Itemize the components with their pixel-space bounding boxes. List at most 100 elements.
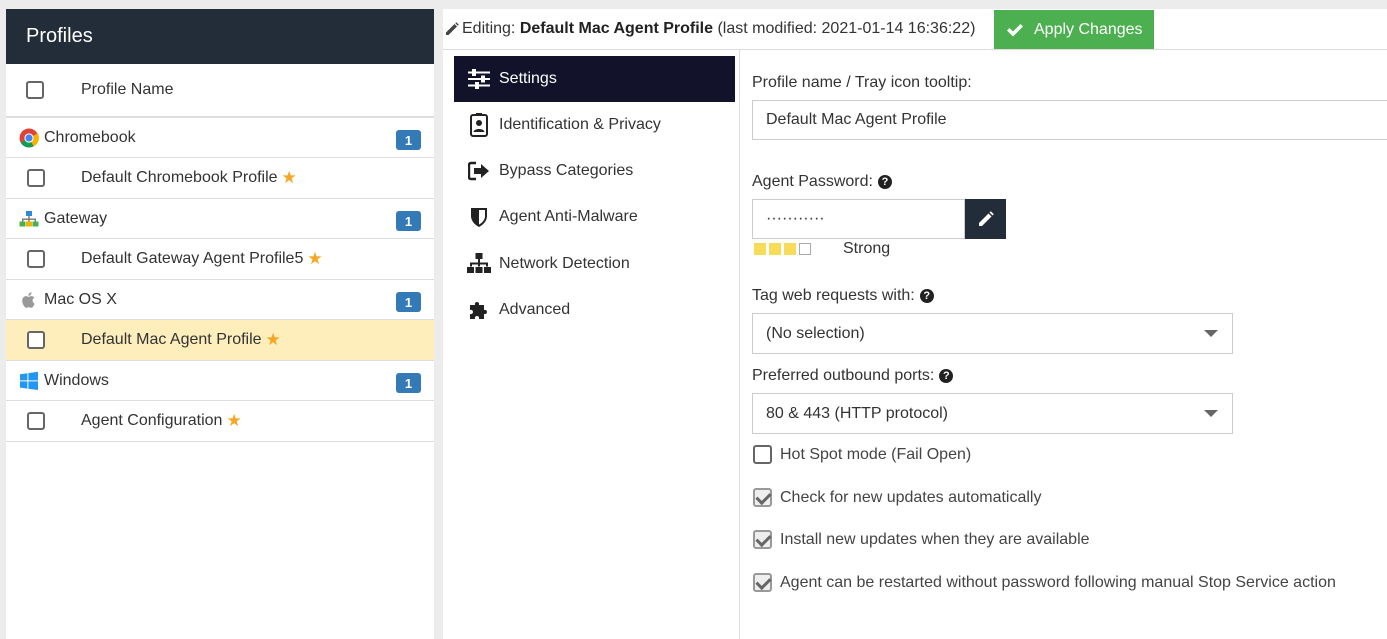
preferred-ports-select[interactable]: 80 & 443 (HTTP protocol) [752, 393, 1233, 434]
checkbox[interactable] [753, 488, 772, 507]
pencil-icon [446, 22, 459, 35]
apply-changes-button[interactable]: Apply Changes [994, 10, 1154, 49]
checkbox[interactable] [753, 445, 772, 464]
edit-password-button[interactable] [965, 199, 1006, 239]
network-icon [18, 208, 40, 230]
group-name: Chromebook [44, 128, 136, 146]
profile-checkbox[interactable] [27, 169, 45, 187]
group-row-mac-os-x[interactable]: Mac OS X 1 [6, 280, 434, 320]
editing-profile-name: Default Mac Agent Profile [519, 20, 714, 37]
nav-label: Network Detection [499, 255, 630, 272]
profiles-header: Profiles [6, 9, 434, 64]
star-icon: ★ [281, 168, 297, 187]
sign-out-icon [467, 159, 491, 183]
sitemap-icon [467, 252, 491, 276]
checkbox-label[interactable]: Install new updates when they are availa… [780, 531, 1090, 549]
checkbox-label[interactable]: Hot Spot mode (Fail Open) [780, 446, 971, 464]
check-icon [1007, 23, 1023, 36]
agent-password-input[interactable]: ··········· [752, 199, 965, 239]
sliders-icon [467, 67, 491, 91]
profile-checkbox[interactable] [27, 250, 45, 268]
nav-item-bypass-categories[interactable]: Bypass Categories [454, 148, 735, 194]
restart-without-password-checkbox[interactable]: Agent can be restarted without password … [753, 573, 1336, 592]
checkbox-label[interactable]: Check for new updates automatically [780, 489, 1041, 507]
password-masked-value: ··········· [766, 210, 825, 227]
group-row-gateway[interactable]: Gateway 1 [6, 199, 434, 239]
profile-row-default-mac-agent[interactable]: Default Mac Agent Profile ★ [6, 320, 434, 361]
profile-name[interactable]: Default Gateway Agent Profile5 [81, 250, 303, 268]
windows-icon [18, 370, 40, 392]
profile-name-value: Default Mac Agent Profile [766, 111, 947, 128]
nav-label: Advanced [499, 301, 571, 318]
select-all-checkbox[interactable] [26, 81, 44, 99]
star-icon: ★ [226, 411, 242, 430]
tag-web-requests-value: (No selection) [766, 324, 865, 342]
profile-row-default-gateway[interactable]: Default Gateway Agent Profile5 ★ [6, 239, 434, 280]
strength-segment [769, 243, 781, 255]
agent-password-label-text: Agent Password: [752, 173, 873, 190]
check-updates-checkbox[interactable]: Check for new updates automatically [753, 488, 1041, 507]
help-icon[interactable]: ? [939, 369, 954, 383]
agent-password-label: Agent Password: ? [752, 173, 892, 191]
profile-name[interactable]: Agent Configuration [81, 412, 222, 430]
nav-item-identification-privacy[interactable]: Identification & Privacy [454, 102, 735, 148]
preferred-ports-label: Preferred outbound ports: ? [752, 367, 954, 385]
nav-label: Bypass Categories [499, 162, 634, 179]
group-name: Mac OS X [44, 290, 117, 308]
id-badge-icon [467, 113, 491, 137]
profile-name-column-header[interactable]: Profile Name [81, 81, 173, 99]
tag-web-requests-label-text: Tag web requests with: [752, 287, 915, 304]
editing-bar: Editing: Default Mac Agent Profile (last… [443, 9, 1387, 50]
group-row-chromebook[interactable]: Chromebook 1 [6, 118, 434, 158]
star-icon: ★ [265, 330, 281, 349]
profile-checkbox[interactable] [27, 331, 45, 349]
caret-down-icon [1204, 410, 1218, 417]
puzzle-icon [467, 298, 491, 322]
nav-item-network-detection[interactable]: Network Detection [454, 241, 735, 287]
install-updates-checkbox[interactable]: Install new updates when they are availa… [753, 530, 1090, 549]
pencil-icon [978, 211, 994, 226]
profile-count-badge: 1 [396, 373, 421, 393]
profiles-panel: Profiles Profile Name Chromebook 1 Defau… [6, 9, 434, 639]
shield-icon [467, 205, 491, 229]
nav-item-agent-anti-malware[interactable]: Agent Anti-Malware [454, 194, 735, 240]
profile-editor: Editing: Default Mac Agent Profile (last… [443, 9, 1387, 639]
nav-item-settings[interactable]: Settings [454, 56, 735, 102]
checkbox[interactable] [753, 530, 772, 549]
tag-web-requests-select[interactable]: (No selection) [752, 313, 1233, 354]
profile-count-badge: 1 [396, 130, 421, 150]
strength-segment [754, 243, 766, 255]
apply-changes-label: Apply Changes [1034, 20, 1143, 38]
help-icon[interactable]: ? [919, 289, 934, 303]
apple-icon [18, 289, 40, 311]
settings-nav: Settings Identification & Privacy Bypass… [443, 50, 740, 639]
strength-segment [799, 243, 811, 255]
group-row-windows[interactable]: Windows 1 [6, 361, 434, 401]
checkbox-label[interactable]: Agent can be restarted without password … [780, 574, 1336, 592]
profile-name-label-text: Profile name / Tray icon tooltip: [752, 74, 972, 91]
star-icon: ★ [307, 249, 323, 268]
profile-name-label: Profile name / Tray icon tooltip: [752, 74, 972, 92]
tag-web-requests-label: Tag web requests with: ? [752, 287, 934, 305]
profile-count-badge: 1 [396, 292, 421, 312]
profile-name-input[interactable]: Default Mac Agent Profile [752, 100, 1387, 140]
hot-spot-mode-checkbox[interactable]: Hot Spot mode (Fail Open) [753, 445, 971, 464]
editing-prefix: Editing: [462, 20, 520, 37]
preferred-ports-value: 80 & 443 (HTTP protocol) [766, 404, 949, 422]
profile-row-default-chromebook[interactable]: Default Chromebook Profile ★ [6, 158, 434, 199]
profiles-title: Profiles [26, 25, 93, 47]
profile-name[interactable]: Default Chromebook Profile [81, 169, 278, 187]
password-strength-label: Strong [843, 240, 891, 257]
group-name: Gateway [44, 209, 108, 227]
nav-label: Identification & Privacy [499, 116, 661, 133]
checkbox[interactable] [753, 573, 772, 592]
help-icon[interactable]: ? [877, 175, 892, 189]
profile-name[interactable]: Default Mac Agent Profile [81, 331, 262, 349]
nav-item-advanced[interactable]: Advanced [454, 287, 735, 333]
group-name: Windows [44, 371, 109, 389]
profile-checkbox[interactable] [27, 412, 45, 430]
profile-row-agent-configuration[interactable]: Agent Configuration ★ [6, 401, 434, 442]
profile-list-header: Profile Name [6, 64, 434, 118]
editing-status: Editing: Default Mac Agent Profile (last… [462, 20, 975, 38]
profile-count-badge: 1 [396, 211, 421, 231]
